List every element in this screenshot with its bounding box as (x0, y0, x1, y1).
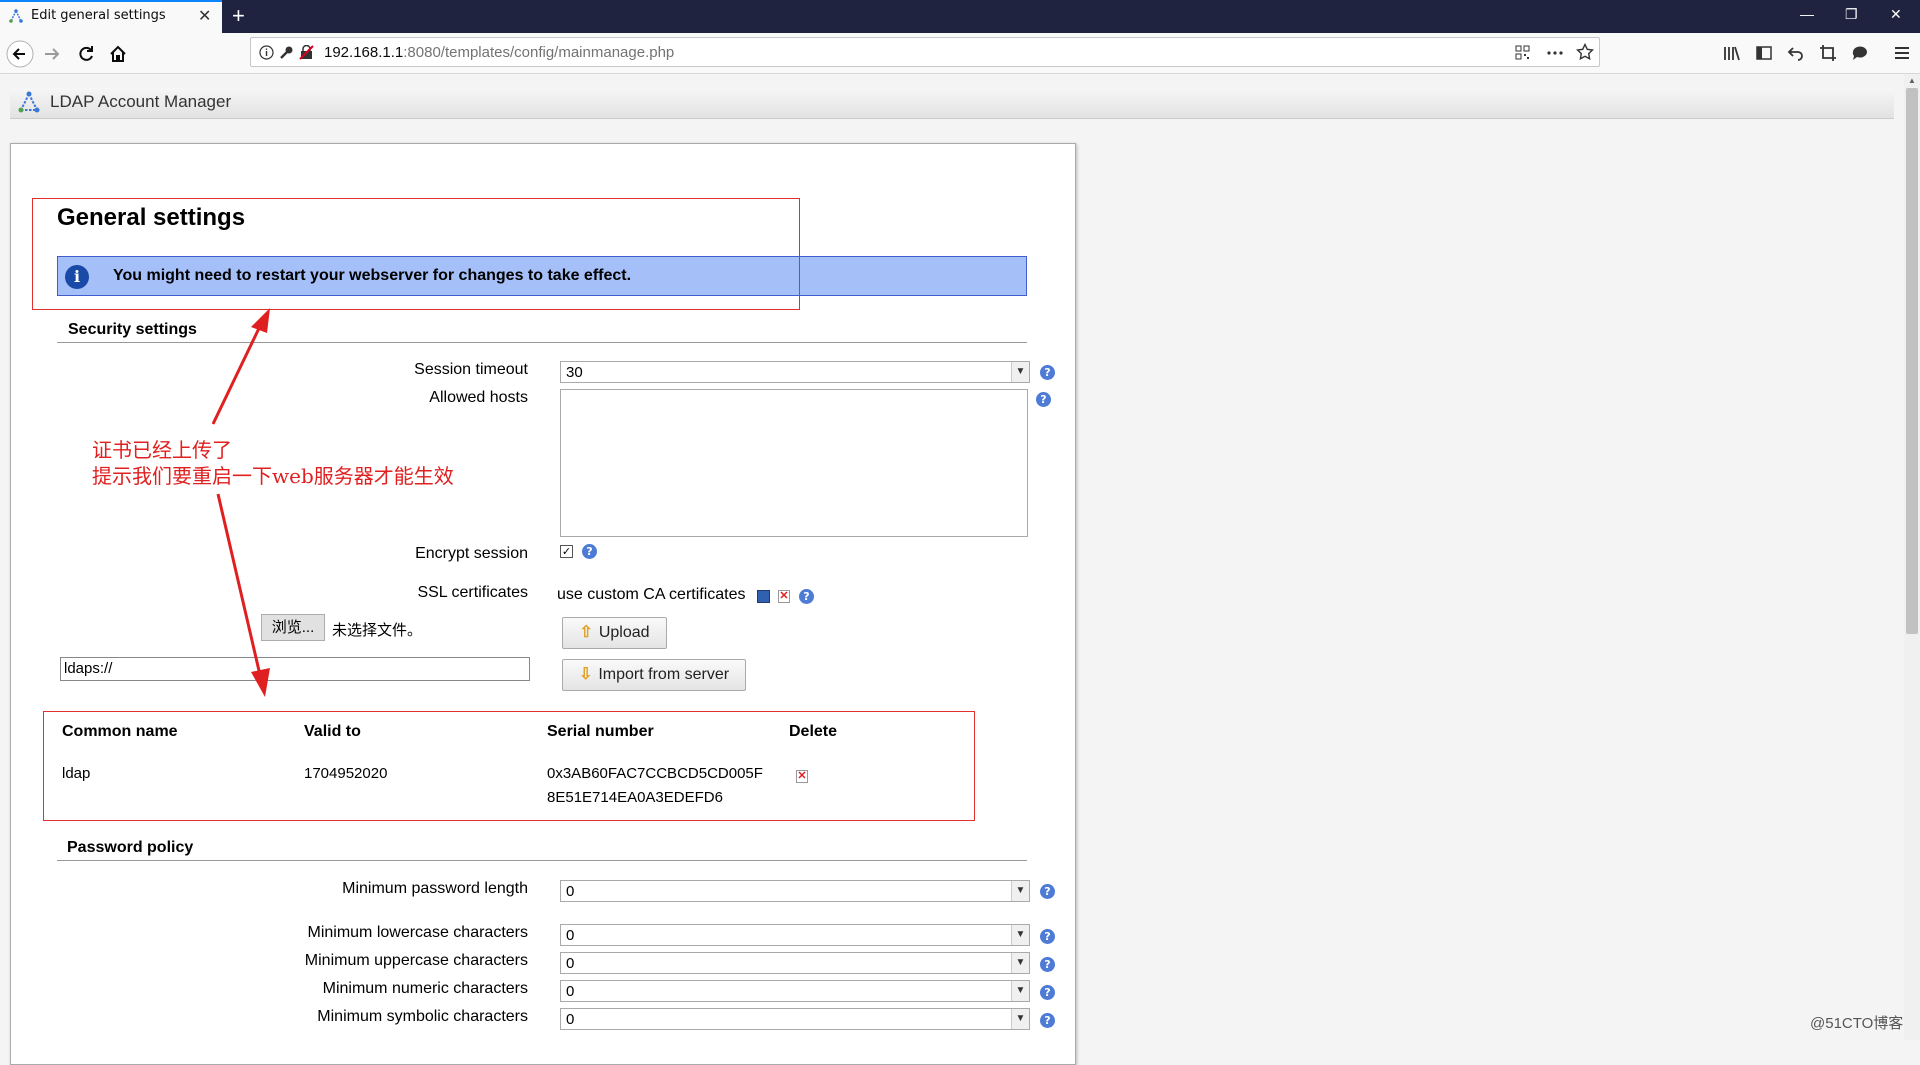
chevron-down-icon[interactable]: ▼ (1011, 362, 1029, 382)
chevron-down-icon[interactable]: ▼ (1011, 981, 1029, 1001)
upload-button-label: Upload (598, 624, 650, 641)
new-tab-icon[interactable]: + (232, 3, 245, 29)
min-numeric-label: Minimum numeric characters (322, 980, 528, 997)
sidebar-icon[interactable] (1755, 44, 1773, 62)
home-icon[interactable] (108, 44, 128, 64)
allowed-hosts-label: Allowed hosts (429, 389, 528, 406)
site-info-icon[interactable] (259, 45, 274, 60)
import-from-server-button[interactable]: ⇩ Import from server (562, 659, 746, 691)
lam-header-bar (10, 88, 1894, 119)
scroll-up-icon[interactable]: ▲ (1908, 76, 1916, 85)
upload-arrow-icon: ⇧ (579, 624, 593, 641)
min-numeric-select[interactable]: 0 ▼ (560, 980, 1030, 1002)
chevron-down-icon[interactable]: ▼ (1011, 925, 1029, 945)
upload-button[interactable]: ⇧ Upload (562, 617, 667, 649)
password-policy-section-title: Password policy (67, 839, 194, 856)
delete-icon[interactable]: ✕ (778, 590, 790, 603)
hamburger-menu-icon[interactable] (1893, 44, 1911, 62)
section-divider (57, 342, 1027, 343)
back-icon[interactable] (6, 40, 34, 68)
min-password-length-select[interactable]: 0 ▼ (560, 880, 1030, 902)
help-icon[interactable]: ? (1040, 884, 1055, 899)
section-divider (57, 860, 1027, 861)
browse-file-button[interactable]: 浏览... (261, 614, 325, 641)
save-icon[interactable] (757, 590, 770, 603)
app-title[interactable]: LDAP Account Manager (50, 92, 231, 112)
min-password-length-label: Minimum password length (342, 880, 528, 897)
screenshot-crop-icon[interactable] (1819, 44, 1837, 62)
help-icon[interactable]: ? (582, 544, 597, 559)
session-timeout-value: 30 (566, 364, 583, 381)
annotation-line: 提示我们要重启一下web服务器才能生效 (92, 464, 454, 488)
min-uppercase-label: Minimum uppercase characters (304, 952, 528, 969)
session-timeout-label: Session timeout (414, 361, 528, 378)
help-icon[interactable]: ? (1036, 392, 1051, 407)
help-icon[interactable]: ? (1040, 929, 1055, 944)
chat-bubble-icon[interactable] (1851, 44, 1869, 62)
restore-icon[interactable]: ❐ (1845, 6, 1858, 23)
allowed-hosts-textarea[interactable] (560, 389, 1028, 537)
reload-icon[interactable] (76, 44, 96, 64)
min-symbolic-label: Minimum symbolic characters (317, 1008, 528, 1025)
annotation-line: 证书已经上传了 (92, 438, 232, 462)
import-arrow-icon: ⇩ (578, 666, 593, 683)
security-section-title: Security settings (68, 321, 197, 338)
help-icon[interactable]: ? (799, 589, 814, 604)
chevron-down-icon[interactable]: ▼ (1011, 1009, 1029, 1029)
encrypt-session-checkbox[interactable]: ✓ (560, 545, 573, 558)
min-symbolic-select[interactable]: 0 ▼ (560, 1008, 1030, 1030)
session-timeout-select[interactable]: 30 ▼ (560, 361, 1030, 383)
browser-tab-title: Edit general settings (31, 8, 166, 23)
import-button-label: Import from server (598, 666, 730, 683)
min-lowercase-select[interactable]: 0 ▼ (560, 924, 1030, 946)
help-icon[interactable]: ? (1040, 365, 1055, 380)
minimize-icon[interactable]: — (1800, 6, 1814, 22)
ssl-certificates-label: SSL certificates (417, 584, 528, 601)
annotation-highlight-frame (32, 198, 800, 310)
qr-code-icon[interactable] (1515, 45, 1530, 60)
library-icon[interactable] (1723, 44, 1741, 62)
page-actions-icon[interactable] (1546, 45, 1564, 60)
window-close-icon[interactable]: ✕ (1890, 6, 1902, 23)
lam-favicon-icon (9, 9, 23, 23)
browser-tab-bar (0, 0, 1920, 33)
tab-close-icon[interactable]: ✕ (198, 6, 211, 26)
help-icon[interactable]: ? (1040, 1013, 1055, 1028)
help-icon[interactable]: ? (1040, 985, 1055, 1000)
bookmark-star-icon[interactable] (1576, 43, 1594, 61)
min-lowercase-label: Minimum lowercase characters (307, 924, 528, 941)
no-file-selected-text: 未选择文件。 (332, 622, 423, 639)
annotation-note: 证书已经上传了 提示我们要重启一下web服务器才能生效 (92, 437, 454, 489)
encrypt-session-label: Encrypt session (415, 545, 528, 562)
chevron-down-icon[interactable]: ▼ (1011, 953, 1029, 973)
help-icon[interactable]: ? (1040, 957, 1055, 972)
scrollbar-thumb[interactable] (1906, 88, 1918, 634)
ssl-certificates-value: use custom CA certificates (557, 586, 746, 603)
undo-icon[interactable] (1787, 44, 1805, 62)
url-text[interactable]: 192.168.1.1:8080/templates/config/mainma… (324, 44, 674, 61)
ldaps-url-input[interactable]: ldaps:// (60, 657, 530, 681)
watermark-text: @51CTO博客 (1810, 1015, 1904, 1032)
forward-icon[interactable] (42, 44, 62, 64)
annotation-highlight-frame (43, 711, 975, 821)
min-uppercase-select[interactable]: 0 ▼ (560, 952, 1030, 974)
insecure-lock-icon[interactable] (299, 45, 314, 60)
key-icon[interactable] (279, 45, 294, 60)
lam-logo-icon (18, 91, 40, 113)
chevron-down-icon[interactable]: ▼ (1011, 881, 1029, 901)
